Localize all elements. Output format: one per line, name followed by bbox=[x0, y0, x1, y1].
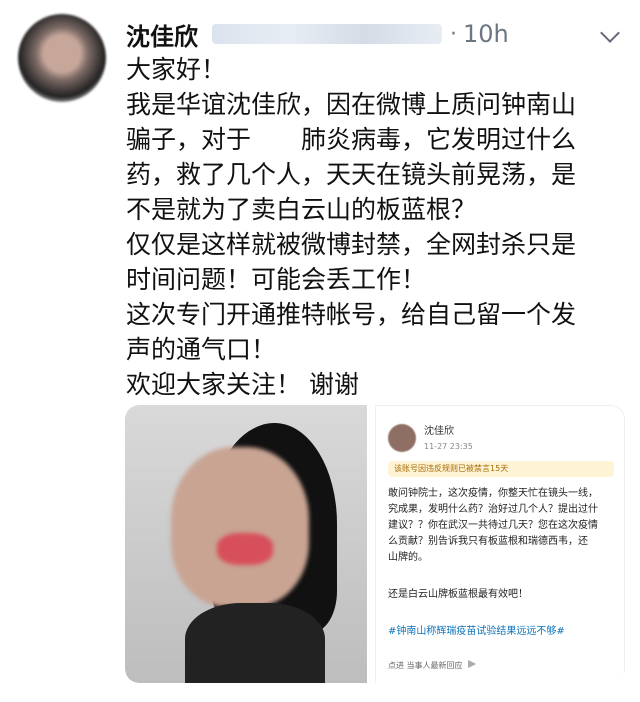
portrait-image[interactable] bbox=[125, 405, 368, 683]
weibo-footer[interactable]: 点进 当事人最新回应 bbox=[388, 658, 477, 674]
tweet-line: 骗子，对于 肺炎病毒，它发明过什么 bbox=[126, 125, 577, 154]
weibo-body-line: 么贡献？别告诉我只有板蓝根和瑞德西韦，还 bbox=[388, 536, 589, 547]
weibo-hashtag[interactable]: #钟南山称辉瑞疫苗试验结果远远不够# bbox=[388, 624, 565, 640]
weibo-name: 沈佳欣 bbox=[424, 426, 455, 437]
weibo-time: 11-27 23:35 bbox=[424, 442, 473, 451]
tweet-header: 沈佳欣 · 10h bbox=[126, 12, 626, 56]
timestamp[interactable]: 10h bbox=[463, 20, 509, 48]
tweet-line: 不是就为了卖白云山的板蓝根？ bbox=[126, 195, 477, 224]
weibo-avatar bbox=[388, 424, 417, 452]
tweet-line: 声的通气口！ bbox=[126, 335, 277, 364]
blurred-mouth bbox=[217, 533, 273, 565]
weibo-footer-text: 点进 当事人最新回应 bbox=[388, 661, 463, 670]
separator-dot: · bbox=[450, 21, 457, 47]
black-top bbox=[185, 603, 325, 683]
weibo-body-line: 建议？？你在武汉一共待过几天？您在这次疫情 bbox=[388, 520, 599, 531]
tweet-line: 药，救了几个人，天天在镜头前晃荡，是 bbox=[126, 160, 577, 189]
weibo-screenshot[interactable]: 沈佳欣 11-27 23:35 该账号因违反规则已被禁言15天 敢问钟院士，这次… bbox=[375, 405, 625, 683]
ban-notice: 该账号因违反规则已被禁言15天 bbox=[388, 461, 615, 477]
username-handle[interactable] bbox=[212, 24, 442, 44]
tweet-line: 欢迎大家关注！ 谢谢 bbox=[126, 370, 359, 399]
blurred-face bbox=[171, 447, 309, 607]
avatar[interactable] bbox=[18, 14, 106, 102]
chevron-down-icon[interactable] bbox=[598, 22, 622, 46]
weibo-caption: 还是白云山牌板蓝根最有效吧！ bbox=[388, 589, 529, 600]
display-name[interactable]: 沈佳欣 bbox=[126, 17, 198, 52]
tweet-line: 大家好！ bbox=[126, 55, 227, 84]
tweet-media[interactable]: 沈佳欣 11-27 23:35 该账号因违反规则已被禁言15天 敢问钟院士，这次… bbox=[125, 405, 625, 683]
weibo-body-line: 究成果，发明什么药？治好过几个人？提出过什 bbox=[388, 504, 599, 515]
tweet-text: 大家好！ 我是华谊沈佳欣，因在微博上质问钟南山 骗子，对于 肺炎病毒，它发明过什… bbox=[126, 52, 626, 402]
tweet-line: 这次专门开通推特帐号，给自己留一个发 bbox=[126, 300, 577, 329]
weibo-body-line: 敢问钟院士，这次疫情，你整天忙在镜头一线， bbox=[388, 488, 599, 499]
tweet-line: 时间问题！可能会丢工作！ bbox=[126, 265, 427, 294]
weibo-body-line: 山牌的。 bbox=[388, 552, 429, 563]
weibo-body: 敢问钟院士，这次疫情，你整天忙在镜头一线， 究成果，发明什么药？治好过几个人？提… bbox=[388, 486, 613, 566]
tweet-line: 仅仅是这样就被微博封禁，全网封杀只是 bbox=[126, 230, 577, 259]
play-icon bbox=[468, 660, 477, 668]
tweet-line: 我是华谊沈佳欣，因在微博上质问钟南山 bbox=[126, 90, 577, 119]
